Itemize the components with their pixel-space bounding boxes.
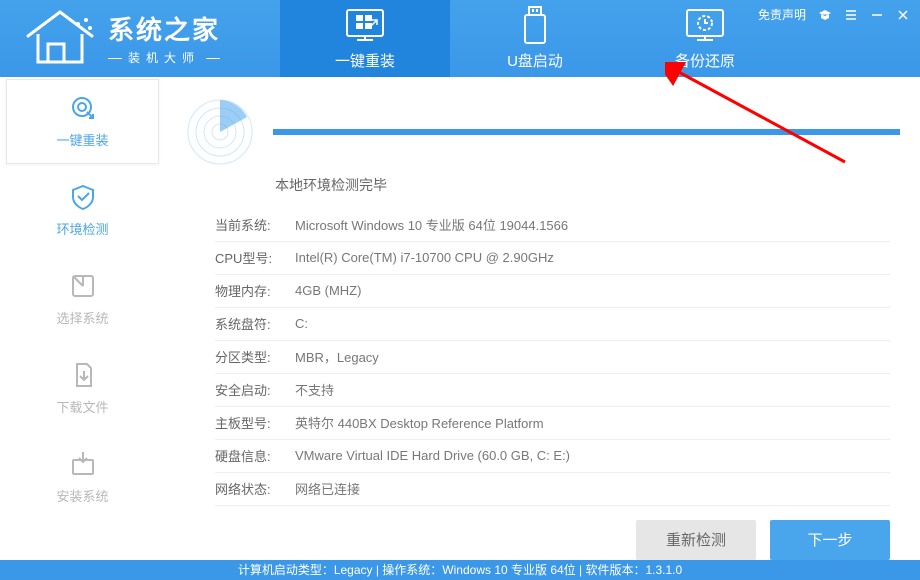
graduation-icon[interactable] — [818, 8, 832, 22]
progress-row — [185, 97, 900, 167]
usb-drive-icon — [513, 6, 557, 44]
info-row-disk: 硬盘信息:VMware Virtual IDE Hard Drive (60.0… — [215, 440, 890, 473]
select-system-icon — [68, 272, 98, 300]
download-file-icon — [68, 361, 98, 389]
next-button[interactable]: 下一步 — [770, 520, 890, 560]
info-row-secureboot: 安全启动:不支持 — [215, 374, 890, 407]
top-nav: 一键重装 U盘启动 — [280, 0, 790, 77]
sidebar-item-install[interactable]: 安装系统 — [6, 435, 159, 520]
shield-check-icon — [68, 183, 98, 211]
sidebar-label: 安装系统 — [56, 486, 108, 505]
header: 系统之家 装机大师 一键重装 — [0, 0, 920, 77]
body: 一键重装 环境检测 选择系统 下载文件 — [0, 77, 920, 560]
content-panel: 本地环境检测完毕 当前系统:Microsoft Windows 10 专业版 6… — [165, 77, 920, 560]
sidebar-item-envcheck[interactable]: 环境检测 — [6, 168, 159, 253]
info-row-partition: 分区类型:MBR，Legacy — [215, 341, 890, 374]
info-row-motherboard: 主板型号:英特尔 440BX Desktop Reference Platfor… — [215, 407, 890, 440]
info-row-cpu: CPU型号:Intel(R) Core(TM) i7-10700 CPU @ 2… — [215, 242, 890, 275]
backup-restore-icon — [683, 6, 727, 44]
install-system-icon — [68, 450, 98, 478]
app-logo: 系统之家 装机大师 — [0, 0, 240, 77]
menu-icon[interactable] — [844, 8, 858, 22]
nav-label: 备份还原 — [675, 50, 735, 71]
sidebar-label: 选择系统 — [56, 308, 108, 327]
sidebar-item-reinstall[interactable]: 一键重装 — [6, 79, 159, 164]
disclaimer-link[interactable]: 免责声明 — [758, 6, 806, 23]
sidebar-item-selectsys[interactable]: 选择系统 — [6, 257, 159, 342]
info-row-os: 当前系统:Microsoft Windows 10 专业版 64位 19044.… — [215, 209, 890, 242]
status-bar: 计算机启动类型：Legacy | 操作系统：Windows 10 专业版 64位… — [0, 560, 920, 580]
progress-status-text: 本地环境检测完毕 — [275, 175, 900, 195]
sidebar-label: 环境检测 — [56, 219, 108, 238]
sidebar: 一键重装 环境检测 选择系统 下载文件 — [0, 77, 165, 560]
info-row-drive: 系统盘符:C: — [215, 308, 890, 341]
info-row-ram: 物理内存:4GB (MHZ) — [215, 275, 890, 308]
sidebar-item-download[interactable]: 下载文件 — [6, 346, 159, 431]
target-icon — [68, 94, 98, 122]
house-logo-icon — [20, 6, 100, 70]
logo-subtitle: 装机大师 — [128, 49, 200, 66]
app-window: 系统之家 装机大师 一键重装 — [0, 0, 920, 580]
windows-reinstall-icon — [343, 6, 387, 44]
nav-reinstall[interactable]: 一键重装 — [280, 0, 450, 77]
action-buttons: 重新检测 下一步 — [185, 520, 890, 560]
nav-label: U盘启动 — [507, 50, 563, 71]
progress-bar — [273, 129, 900, 135]
nav-usb-boot[interactable]: U盘启动 — [450, 0, 620, 77]
recheck-button[interactable]: 重新检测 — [636, 520, 756, 560]
minimize-icon[interactable] — [870, 8, 884, 22]
close-icon[interactable] — [896, 8, 910, 22]
info-row-network: 网络状态:网络已连接 — [215, 473, 890, 506]
sidebar-label: 一键重装 — [56, 130, 108, 149]
logo-title: 系统之家 — [108, 10, 220, 47]
nav-label: 一键重装 — [335, 50, 395, 71]
titlebar-controls: 免责声明 — [758, 6, 910, 23]
sidebar-label: 下载文件 — [56, 397, 108, 416]
system-info-list: 当前系统:Microsoft Windows 10 专业版 64位 19044.… — [215, 209, 890, 506]
radar-icon — [185, 97, 255, 167]
